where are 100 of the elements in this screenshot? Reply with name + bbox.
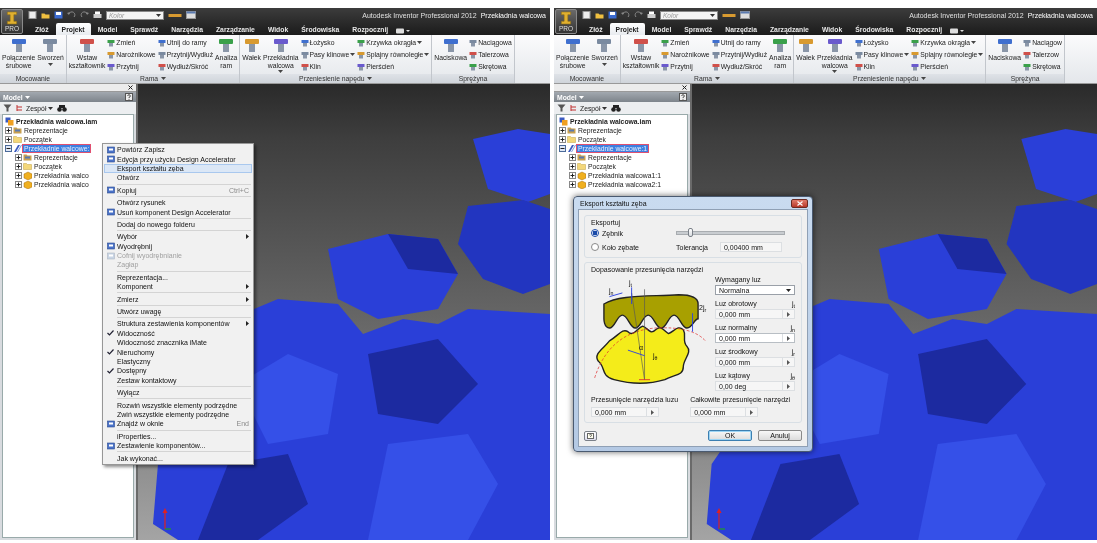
expand-icon[interactable] — [5, 127, 12, 134]
expand-icon[interactable] — [15, 163, 22, 170]
expand-icon[interactable] — [569, 172, 576, 179]
dropdown-arrow-icon — [971, 41, 977, 44]
tool-icon — [911, 38, 920, 47]
filter-icon[interactable] — [557, 104, 566, 112]
tool-icon — [1023, 38, 1032, 47]
tool-icon — [157, 38, 166, 47]
slider-thumb[interactable] — [687, 228, 693, 237]
tool-icon — [911, 50, 920, 59]
tool-icon — [242, 38, 261, 53]
panel-toggle-icon[interactable] — [949, 27, 966, 35]
dropdown-arrow-icon — [921, 77, 927, 80]
expand-icon[interactable] — [15, 154, 22, 161]
dropdown-arrow-icon — [602, 62, 607, 66]
window-icon[interactable] — [186, 11, 196, 19]
dropdown-arrow-icon — [48, 106, 54, 110]
tool-icon — [107, 38, 116, 47]
dropdown-arrow-icon — [424, 53, 430, 56]
tool-icon — [300, 50, 309, 59]
tool-icon — [854, 50, 863, 59]
help-icon[interactable] — [679, 93, 687, 101]
dropdown-arrow-icon — [578, 95, 584, 99]
folder-icon — [577, 162, 586, 171]
help-button[interactable] — [584, 430, 597, 441]
submenu-arrow-icon — [246, 321, 249, 327]
expand-icon[interactable] — [569, 181, 576, 188]
tool-icon — [107, 50, 116, 59]
help-icon — [587, 432, 594, 439]
arrow-icon — [787, 311, 790, 317]
undo-icon[interactable] — [621, 11, 630, 19]
expand-icon[interactable] — [15, 181, 22, 188]
tool-icon — [854, 38, 863, 47]
folder-icon[interactable] — [41, 11, 50, 19]
tool-icon — [711, 50, 720, 59]
expand-icon[interactable] — [5, 136, 12, 143]
tool-icon — [661, 38, 670, 47]
tool-icon — [9, 38, 28, 53]
folder-icon[interactable] — [595, 11, 604, 19]
document-icon[interactable] — [28, 11, 37, 19]
dropdown-arrow-icon — [417, 41, 423, 44]
ruler-icon[interactable] — [722, 11, 736, 19]
undo-icon[interactable] — [67, 11, 76, 19]
tool-icon — [357, 62, 366, 71]
tool-icon — [357, 50, 366, 59]
tool-icon — [711, 62, 720, 71]
tool-icon — [157, 50, 166, 59]
expand-icon[interactable] — [15, 172, 22, 179]
caret-icon — [786, 288, 791, 292]
arrow-icon — [651, 409, 654, 415]
close-icon[interactable] — [682, 85, 687, 90]
folder-icon — [23, 153, 32, 162]
arrow-icon — [787, 335, 790, 341]
ruler-icon[interactable] — [168, 11, 182, 19]
binoculars-icon[interactable] — [57, 104, 68, 112]
tool-icon — [825, 38, 844, 53]
redo-icon[interactable] — [80, 11, 89, 19]
folder-icon — [567, 126, 576, 135]
command-icon — [106, 145, 115, 154]
arrow-icon — [787, 359, 790, 365]
expand-icon[interactable] — [569, 154, 576, 161]
panel-toggle-icon[interactable] — [395, 27, 412, 35]
document-icon[interactable] — [582, 11, 591, 19]
window-icon[interactable] — [740, 11, 750, 19]
tool-icon — [661, 50, 670, 59]
filter-icon[interactable] — [3, 104, 12, 112]
tool-icon — [661, 62, 670, 71]
collapse-icon[interactable] — [5, 145, 12, 152]
command-icon — [106, 419, 115, 428]
printer-icon[interactable] — [647, 11, 656, 19]
help-icon[interactable] — [125, 93, 133, 101]
close-icon[interactable] — [128, 85, 133, 90]
blocks-icon — [559, 117, 568, 126]
tool-icon — [357, 38, 366, 47]
blocks-icon — [5, 117, 14, 126]
tool-icon — [300, 38, 309, 47]
tool-icon — [796, 38, 815, 53]
tool-icon — [1023, 50, 1032, 59]
close-button[interactable] — [791, 198, 808, 208]
dropdown-arrow-icon — [602, 106, 608, 110]
tool-icon — [1023, 62, 1032, 71]
expand-icon[interactable] — [569, 163, 576, 170]
binoculars-icon[interactable] — [611, 104, 622, 112]
dropdown-arrow-icon — [710, 13, 715, 17]
command-icon — [106, 155, 115, 164]
tool-icon — [469, 38, 478, 47]
tool-icon — [271, 38, 290, 53]
tool-icon — [711, 38, 720, 47]
slanted-bars-icon — [567, 144, 576, 153]
dropdown-arrow-icon — [978, 53, 984, 56]
redo-icon[interactable] — [634, 11, 643, 19]
beam-logo-icon — [6, 11, 18, 25]
folder-icon — [577, 153, 586, 162]
printer-icon[interactable] — [93, 11, 102, 19]
expand-icon[interactable] — [559, 127, 566, 134]
collapse-icon[interactable] — [559, 145, 566, 152]
folder-icon — [23, 162, 32, 171]
folder-icon — [13, 126, 22, 135]
expand-icon[interactable] — [559, 136, 566, 143]
arrow-icon — [750, 409, 754, 415]
